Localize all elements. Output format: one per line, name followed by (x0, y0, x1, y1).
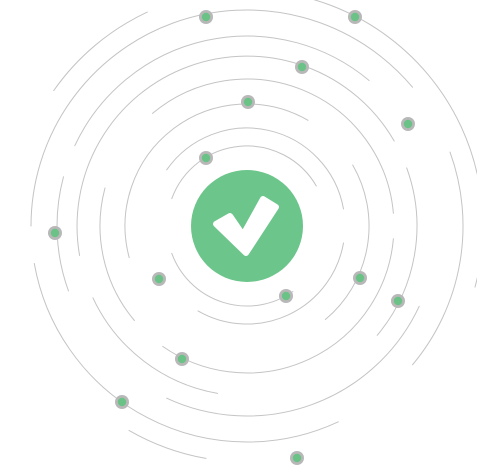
orbit-node-dot (292, 453, 302, 463)
orbit-node-10 (279, 289, 293, 303)
orbit-node-14 (290, 451, 304, 465)
orbit-rings (30, 0, 477, 465)
orbit-node-dot (177, 354, 187, 364)
orbit-node-6 (199, 151, 213, 165)
orbit-arc-9 (99, 187, 135, 321)
orbit-node-11 (391, 294, 405, 308)
orbit-node-5 (401, 117, 415, 131)
orbit-node-dot (355, 273, 365, 283)
orbit-node-1 (199, 10, 213, 24)
orbit-arc-14 (166, 305, 420, 417)
orbit-node-dot (243, 97, 253, 107)
orbit-node-9 (353, 271, 367, 285)
orbit-node-dot (201, 12, 211, 22)
orbit-node-dot (393, 296, 403, 306)
orbit-node-4 (241, 95, 255, 109)
orbit-node-2 (348, 10, 362, 24)
orbit-arc-12 (92, 297, 218, 394)
orbit-node-dot (281, 291, 291, 301)
orbit-node-dot (117, 397, 127, 407)
orbit-node-3 (295, 60, 309, 74)
orbit-node-dot (403, 119, 413, 129)
orbit-node-dot (50, 228, 60, 238)
orbit-node-12 (175, 352, 189, 366)
orbit-node-13 (115, 395, 129, 409)
success-badge (191, 170, 303, 282)
orbit-node-7 (48, 226, 62, 240)
orbit-node-8 (152, 272, 166, 286)
orbit-arc-21 (128, 429, 207, 459)
orbit-node-dot (350, 12, 360, 22)
success-orbit-graphic (0, 0, 477, 466)
orbit-arc-17 (412, 151, 464, 366)
orbit-arc-11 (376, 167, 418, 336)
orbit-arc-18 (33, 263, 339, 443)
orbit-node-dot (297, 62, 307, 72)
orbit-node-dot (154, 274, 164, 284)
orbit-arc-19 (53, 11, 148, 92)
orbit-node-dot (201, 153, 211, 163)
orbit-arc-13 (74, 35, 370, 147)
orbit-arc-6 (324, 164, 370, 320)
